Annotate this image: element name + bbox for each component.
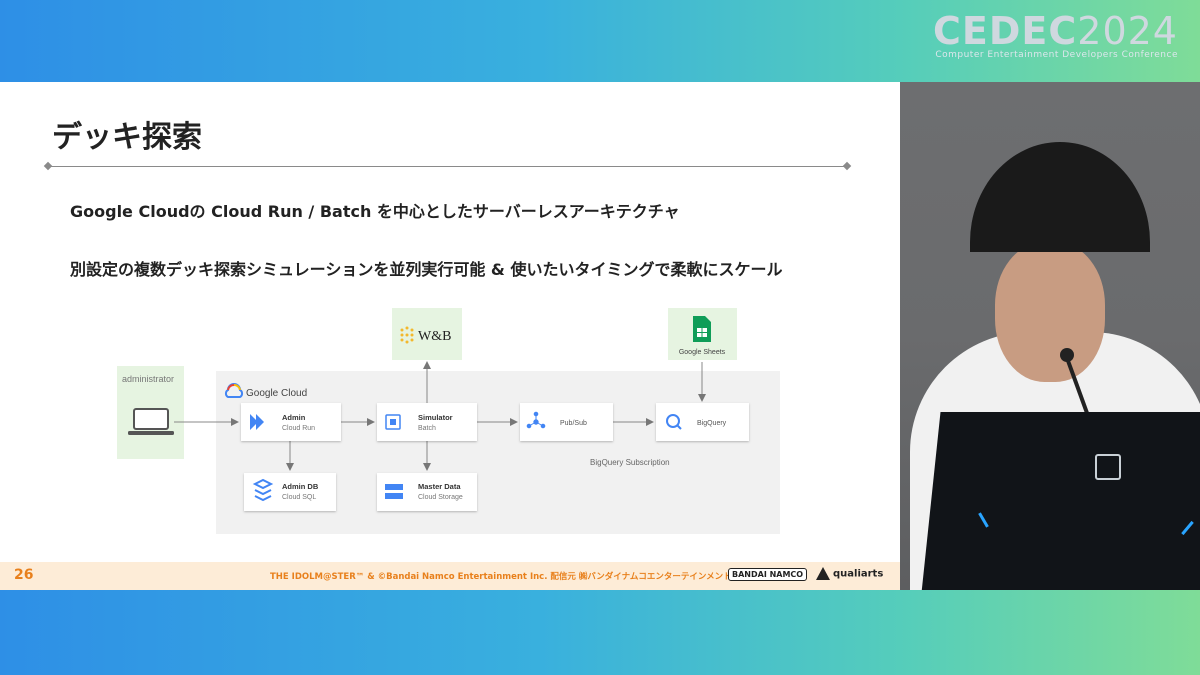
admin-title: Admin — [282, 413, 306, 422]
speaker-face — [995, 242, 1105, 382]
bottom-band — [0, 590, 1200, 675]
masterdata-subtitle: Cloud Storage — [418, 494, 463, 501]
cloud-group-label: Google Cloud — [246, 388, 307, 399]
page-number: 26 — [14, 567, 34, 583]
subscription-label: BigQuery Subscription — [590, 458, 670, 467]
bigquery-node: BigQuery — [656, 403, 749, 441]
laptop-back — [919, 412, 1200, 590]
google-sheets-icon — [693, 316, 711, 342]
admin-node: Admin Cloud Run — [241, 403, 341, 441]
qualiarts-logo: qualiarts — [816, 567, 883, 580]
masterdata-title: Master Data — [418, 482, 461, 491]
pubsub-node: Pub/Sub — [520, 403, 613, 441]
bigquery-title: BigQuery — [697, 420, 727, 427]
copyright-text: THE IDOLM@STER™ & ©Bandai Namco Entertai… — [270, 572, 732, 582]
architecture-diagram: administrator Google Cloud W&B Google Sh… — [117, 308, 780, 534]
speaker-camera-feed — [900, 82, 1200, 590]
logo-year: 2024 — [1077, 9, 1178, 53]
wandb-dots-icon — [400, 326, 414, 344]
bullet-2: 別設定の複数デッキ探索シミュレーションを並列実行可能 & 使いたいタイミングで柔… — [70, 260, 783, 279]
rule-diamond-right — [842, 161, 852, 171]
slide-footer: 26 THE IDOLM@STER™ & ©Bandai Namco Enter… — [0, 562, 900, 590]
admindb-subtitle: Cloud SQL — [282, 494, 316, 501]
masterdata-node: Master Data Cloud Storage — [377, 473, 477, 511]
qualiarts-text: qualiarts — [833, 568, 884, 580]
laptop-icon — [128, 408, 174, 435]
simulator-title: Simulator — [418, 413, 453, 422]
microphone-icon — [1060, 348, 1074, 362]
wandb-label: W&B — [418, 329, 451, 344]
admindb-title: Admin DB — [282, 482, 319, 491]
cedec-logo: CEDEC2024 Computer Entertainment Develop… — [933, 10, 1178, 60]
pubsub-title: Pub/Sub — [560, 420, 587, 427]
bullet-1: Google Cloudの Cloud Run / Batch を中心としたサー… — [70, 202, 680, 221]
admin-group-label: administrator — [122, 374, 174, 384]
bandai-namco-logo: BANDAI NAMCO — [728, 568, 808, 581]
sheets-label: Google Sheets — [679, 349, 726, 356]
slide-title: デッキ探索 — [52, 120, 202, 155]
logo-subtitle: Computer Entertainment Developers Confer… — [935, 50, 1178, 60]
qualiarts-icon — [816, 567, 830, 580]
logo-main: CEDEC — [933, 9, 1078, 53]
simulator-node: Simulator Batch — [377, 403, 477, 441]
admindb-node: Admin DB Cloud SQL — [244, 473, 336, 511]
admin-subtitle: Cloud Run — [282, 425, 315, 432]
simulator-subtitle: Batch — [418, 425, 436, 432]
laptop-logo-icon — [1095, 454, 1121, 480]
slide: デッキ探索 Google Cloudの Cloud Run / Batch を中… — [0, 82, 900, 590]
title-rule — [48, 166, 848, 167]
